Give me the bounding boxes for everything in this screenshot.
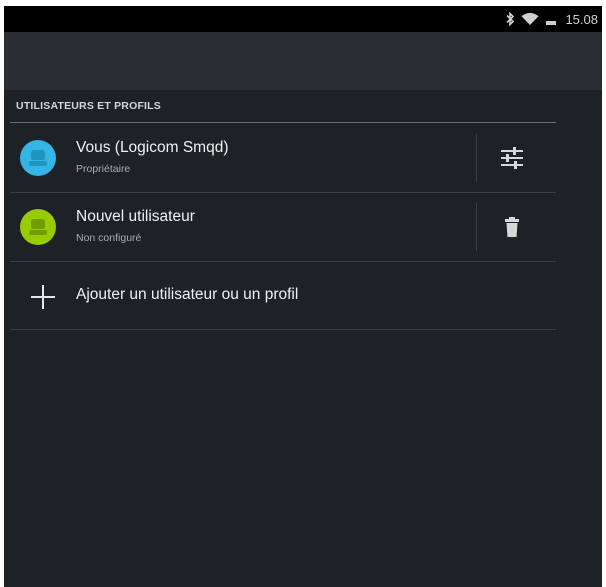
user-role: Non configuré	[76, 232, 142, 244]
user-settings-button[interactable]	[492, 142, 532, 174]
add-user-row[interactable]: Ajouter un utilisateur ou un profil	[10, 262, 556, 330]
user-role: Propriétaire	[76, 163, 131, 175]
action-bar	[4, 32, 602, 90]
status-bar: 15.08	[4, 6, 602, 32]
plus-icon	[31, 285, 55, 309]
device-screen: 15.08 UTILISATEURS ET PROFILS Vous (Logi…	[4, 6, 602, 587]
settings-sliders-icon	[501, 147, 523, 169]
section-divider	[10, 122, 556, 123]
trash-icon	[505, 217, 519, 237]
delete-user-button[interactable]	[492, 211, 532, 243]
user-avatar-icon	[29, 150, 47, 166]
users-panel: UTILISATEURS ET PROFILS Vous (Logicom Sm…	[4, 90, 602, 587]
user-row-new[interactable]: Nouvel utilisateur Non configuré	[10, 193, 556, 262]
status-clock: 15.08	[565, 11, 598, 27]
avatar	[20, 140, 56, 176]
user-avatar-icon	[29, 219, 47, 235]
user-row-owner[interactable]: Vous (Logicom Smqd) Propriétaire	[10, 124, 556, 193]
bluetooth-icon	[505, 12, 515, 26]
status-icons: 15.08	[505, 10, 598, 28]
row-divider	[476, 134, 477, 182]
section-header: UTILISATEURS ET PROFILS	[16, 100, 161, 112]
battery-icon	[545, 12, 557, 26]
avatar	[20, 209, 56, 245]
row-divider	[476, 203, 477, 251]
user-name: Vous (Logicom Smqd)	[76, 139, 229, 156]
add-user-label: Ajouter un utilisateur ou un profil	[76, 286, 299, 303]
wifi-icon	[521, 12, 539, 26]
user-name: Nouvel utilisateur	[76, 208, 195, 225]
